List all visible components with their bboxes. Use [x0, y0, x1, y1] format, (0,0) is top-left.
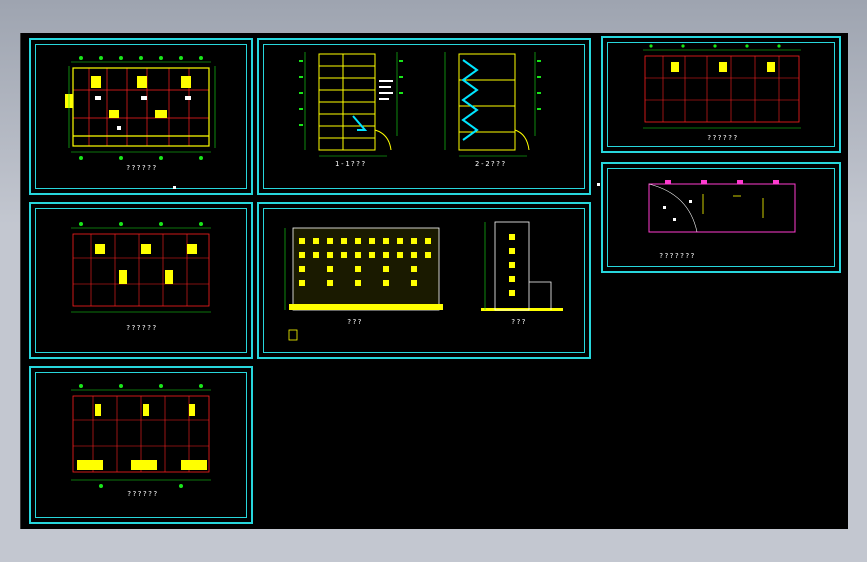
sheet-floor-plan-3[interactable]: ??????: [29, 366, 253, 524]
drawing-canvas[interactable]: ?????? 1-1??? 2-2??? ?????? ?????? ??? ?…: [20, 33, 848, 529]
elevations-drawing: ??? ???: [284, 221, 563, 341]
sheet-sections[interactable]: 1-1??? 2-2???: [257, 38, 591, 195]
section-1-title: 1-1???: [335, 160, 366, 168]
sheet-title: ??????: [126, 324, 157, 332]
cursor-mark: [597, 183, 600, 186]
sheet-roof-plan[interactable]: ???????: [601, 162, 841, 273]
sheet-floor-plan-top-right[interactable]: ??????: [601, 36, 841, 153]
sheet-title: ??????: [126, 164, 157, 172]
front-elevation-title: ???: [347, 318, 363, 326]
floor-plan-3-drawing: ??????: [71, 384, 211, 498]
sheet-elevations[interactable]: ??? ???: [257, 202, 591, 359]
sheet-title: ??????: [127, 490, 158, 498]
sheet-title: ???????: [659, 252, 696, 260]
roof-plan-drawing: ???????: [648, 180, 796, 260]
floor-plan-2-drawing: ??????: [71, 222, 211, 332]
sheet-title: ??????: [707, 134, 738, 142]
cursor-mark: [173, 186, 176, 189]
section-2-title: 2-2???: [475, 160, 506, 168]
sections-drawing: 1-1??? 2-2???: [299, 52, 541, 168]
sheet-floor-plan-2[interactable]: ??????: [29, 202, 253, 359]
sheet-floor-plan-1[interactable]: ??????: [29, 38, 253, 195]
floor-plan-top-right-drawing: ??????: [643, 44, 801, 142]
floor-plan-1-drawing: ??????: [65, 56, 216, 172]
side-elevation-title: ???: [511, 318, 527, 326]
